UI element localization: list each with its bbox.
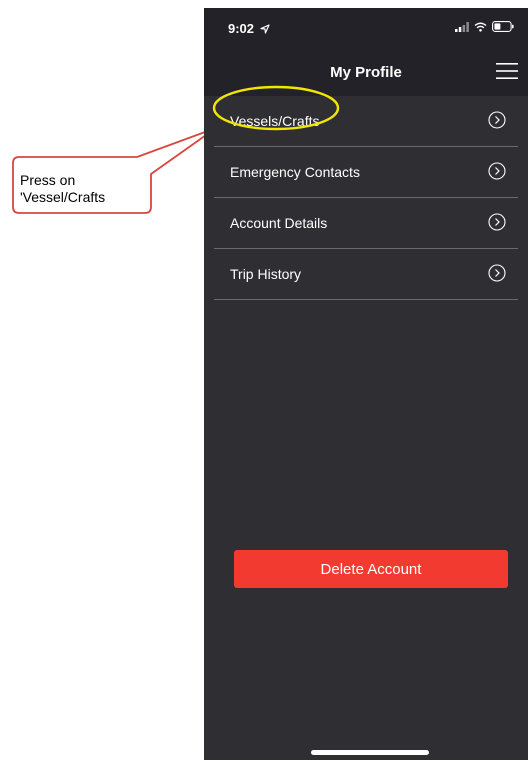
battery-icon (492, 21, 514, 32)
signal-icon (455, 21, 469, 32)
location-arrow-icon (260, 24, 270, 34)
hamburger-menu-icon (496, 63, 518, 79)
status-icons (455, 21, 514, 32)
home-indicator[interactable] (311, 750, 429, 755)
chevron-right-circle-icon (488, 264, 506, 282)
menu-item-vessels-crafts[interactable]: Vessels/Crafts (214, 96, 518, 147)
nav-bar: My Profile (204, 50, 528, 96)
menu-item-trip-history[interactable]: Trip History (214, 249, 518, 300)
screenshot-canvas: Press on 'Vessel/Crafts 9:02 My Profile … (0, 0, 532, 762)
delete-account-button[interactable]: Delete Account (234, 550, 508, 588)
menu-item-account-details[interactable]: Account Details (214, 198, 518, 249)
status-time: 9:02 (228, 21, 270, 36)
menu-item-label: Trip History (230, 266, 302, 282)
wifi-icon (474, 22, 487, 32)
menu-item-label: Emergency Contacts (230, 164, 360, 180)
status-bar: 9:02 (204, 8, 528, 50)
chevron-right-circle-icon (488, 162, 506, 180)
phone-screen: 9:02 My Profile Vessels/Crafts Emergency… (204, 8, 528, 760)
menu-item-emergency-contacts[interactable]: Emergency Contacts (214, 147, 518, 198)
callout-text: Press on 'Vessel/Crafts (20, 172, 106, 205)
menu-item-label: Vessels/Crafts (230, 113, 320, 129)
menu-item-label: Account Details (230, 215, 328, 231)
chevron-right-circle-icon (488, 213, 506, 231)
hamburger-menu-button[interactable] (496, 62, 518, 80)
chevron-right-circle-icon (488, 111, 506, 129)
profile-menu-list: Vessels/Crafts Emergency Contacts Accoun… (204, 96, 528, 300)
page-title: My Profile (330, 64, 402, 81)
status-time-text: 9:02 (228, 21, 255, 36)
